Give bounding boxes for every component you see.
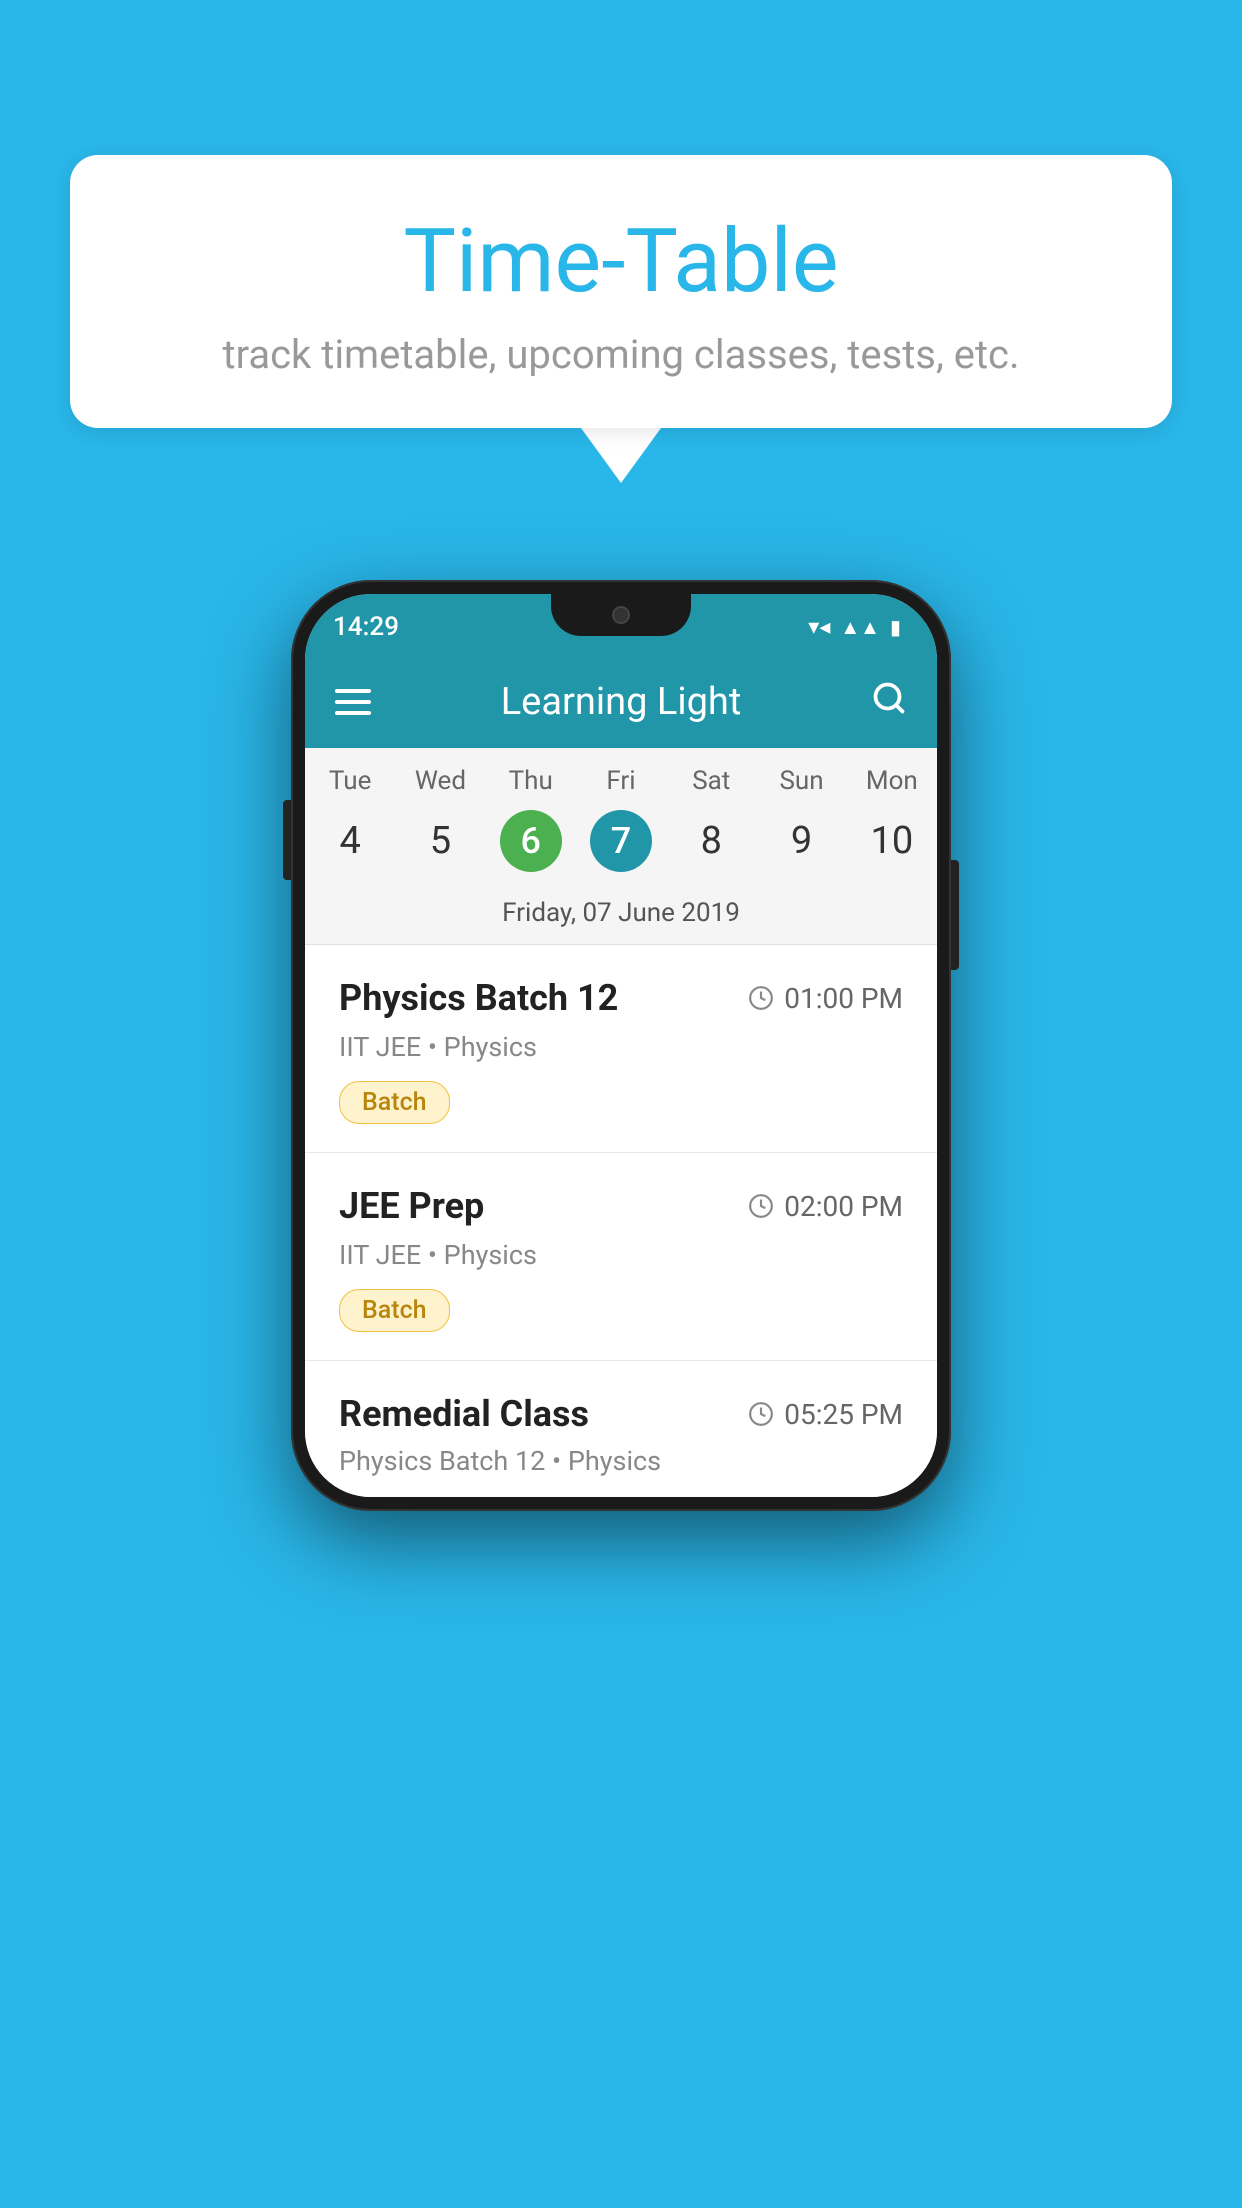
day-8[interactable]: 8 xyxy=(666,810,756,872)
calendar-header: Tue Wed Thu Fri Sat Sun Mon 4 5 6 xyxy=(305,748,937,945)
phone-notch xyxy=(551,594,691,636)
batch-badge: Batch xyxy=(339,1081,450,1124)
class-item-physics-batch-12[interactable]: Physics Batch 12 01:00 PM IIT JEE • Phys… xyxy=(305,945,937,1153)
day-10[interactable]: 10 xyxy=(847,810,937,872)
selected-date: Friday, 07 June 2019 xyxy=(305,886,937,944)
status-time: 14:29 xyxy=(333,612,399,642)
class-item-remedial[interactable]: Remedial Class 05:25 PM Physics Batch 12… xyxy=(305,1361,937,1497)
hamburger-line-3 xyxy=(335,711,371,715)
speech-bubble-title: Time-Table xyxy=(130,210,1112,313)
partial-subtitle: Physics Batch 12 • Physics xyxy=(339,1445,903,1477)
phone-mockup: 14:29 ▾◂ ▲▲ ▮ Learning Light xyxy=(291,580,951,1511)
class-name: Physics Batch 12 xyxy=(339,977,618,1019)
day-7[interactable]: 7 xyxy=(576,810,666,872)
class-item-header: Physics Batch 12 01:00 PM xyxy=(339,977,903,1019)
class-item-jee-prep[interactable]: JEE Prep 02:00 PM IIT JEE • Physics Batc… xyxy=(305,1153,937,1361)
clock-icon xyxy=(748,985,774,1011)
day-name-sun: Sun xyxy=(756,766,846,796)
class-time-value-2: 02:00 PM xyxy=(784,1190,903,1223)
day-9[interactable]: 9 xyxy=(756,810,846,872)
class-time: 01:00 PM xyxy=(748,982,903,1015)
day-name-fri: Fri xyxy=(576,766,666,796)
day-name-thu: Thu xyxy=(486,766,576,796)
menu-button[interactable] xyxy=(335,689,371,715)
partial-time-value: 05:25 PM xyxy=(784,1398,903,1431)
batch-badge-2: Batch xyxy=(339,1289,450,1332)
partial-name: Remedial Class xyxy=(339,1393,589,1435)
speech-bubble-container: Time-Table track timetable, upcoming cla… xyxy=(70,155,1172,483)
day-names-row: Tue Wed Thu Fri Sat Sun Mon xyxy=(305,748,937,804)
speech-bubble-subtitle: track timetable, upcoming classes, tests… xyxy=(130,331,1112,378)
battery-icon: ▮ xyxy=(890,615,901,639)
class-time-value: 01:00 PM xyxy=(784,982,903,1015)
day-6[interactable]: 6 xyxy=(486,810,576,872)
class-time-2: 02:00 PM xyxy=(748,1190,903,1223)
day-name-mon: Mon xyxy=(847,766,937,796)
class-subtitle: IIT JEE • Physics xyxy=(339,1031,903,1063)
app-title: Learning Light xyxy=(371,680,871,724)
class-item-header-2: JEE Prep 02:00 PM xyxy=(339,1185,903,1227)
day-4[interactable]: 4 xyxy=(305,810,395,872)
phone-screen: 14:29 ▾◂ ▲▲ ▮ Learning Light xyxy=(305,594,937,1497)
speech-bubble: Time-Table track timetable, upcoming cla… xyxy=(70,155,1172,428)
app-bar: Learning Light xyxy=(305,656,937,748)
day-5[interactable]: 5 xyxy=(395,810,485,872)
day-circle-selected: 7 xyxy=(590,810,652,872)
search-icon[interactable] xyxy=(871,680,907,725)
day-circle-today: 6 xyxy=(500,810,562,872)
day-numbers-row: 4 5 6 7 8 9 10 xyxy=(305,804,937,886)
phone-inner: 14:29 ▾◂ ▲▲ ▮ Learning Light xyxy=(305,594,937,1497)
class-name-2: JEE Prep xyxy=(339,1185,484,1227)
day-name-wed: Wed xyxy=(395,766,485,796)
clock-icon-3 xyxy=(748,1401,774,1427)
signal-icon: ▲▲ xyxy=(840,615,880,640)
front-camera xyxy=(612,606,630,624)
hamburger-line-2 xyxy=(335,700,371,704)
speech-bubble-arrow xyxy=(581,428,661,483)
status-icons: ▾◂ ▲▲ ▮ xyxy=(808,615,901,640)
phone-outer: 14:29 ▾◂ ▲▲ ▮ Learning Light xyxy=(291,580,951,1511)
class-subtitle-2: IIT JEE • Physics xyxy=(339,1239,903,1271)
clock-icon-2 xyxy=(748,1193,774,1219)
partial-time: 05:25 PM xyxy=(748,1398,903,1431)
hamburger-line-1 xyxy=(335,689,371,693)
partial-header: Remedial Class 05:25 PM xyxy=(339,1393,903,1435)
day-name-sat: Sat xyxy=(666,766,756,796)
day-name-tue: Tue xyxy=(305,766,395,796)
wifi-icon: ▾◂ xyxy=(808,615,830,640)
